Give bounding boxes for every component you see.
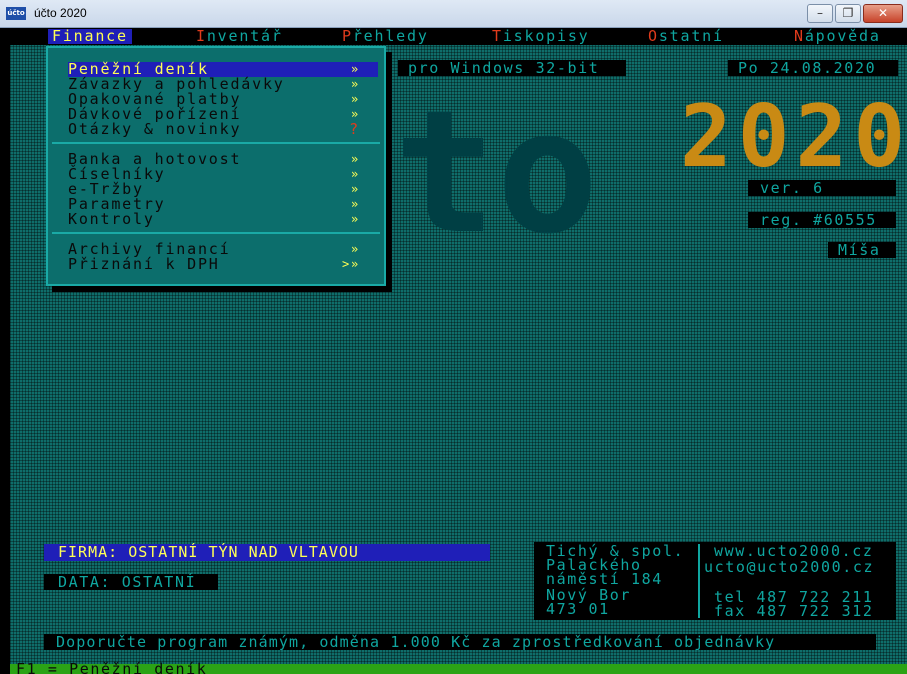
contact-divider bbox=[698, 544, 700, 618]
maximize-button[interactable]: ❐ bbox=[835, 4, 861, 23]
menu-separator bbox=[52, 142, 380, 144]
menu-ostatni[interactable]: Ostatní bbox=[648, 29, 724, 44]
window-title: účto 2020 bbox=[34, 6, 87, 20]
menu-bar: Finance Inventář Přehledy Tiskopisy Osta… bbox=[10, 28, 907, 45]
menu-napoveda[interactable]: Nápověda bbox=[794, 29, 881, 44]
menu-inventar[interactable]: Inventář bbox=[196, 29, 283, 44]
logo-year: 2020 bbox=[680, 87, 907, 187]
dos-screen: to Finance Inventář Přehledy Tiskopisy O… bbox=[10, 28, 907, 674]
registration-label: reg. #60555 bbox=[760, 211, 877, 229]
menu-tiskopisy[interactable]: Tiskopisy bbox=[492, 29, 590, 44]
platform-label: pro Windows 32-bit bbox=[408, 59, 600, 77]
menu-inventar-rest: nventář bbox=[206, 28, 283, 45]
status-text: F1 = Peněžní deník bbox=[16, 660, 208, 674]
user-label: Míša bbox=[838, 241, 881, 259]
date-label: Po 24.08.2020 bbox=[738, 59, 877, 77]
version-label: ver. 6 bbox=[760, 179, 824, 197]
logo-letters: to bbox=[394, 74, 599, 272]
app-icon: účto bbox=[6, 7, 26, 20]
menu-separator bbox=[52, 232, 380, 234]
contact-web: www.ucto2000.cz bbox=[714, 542, 874, 560]
data-label: DATA: OSTATNÍ bbox=[58, 573, 197, 591]
contact-email: ucto@ucto2000.cz bbox=[704, 558, 875, 576]
contact-fax: fax 487 722 312 bbox=[714, 602, 874, 620]
menu-finance[interactable]: Finance bbox=[48, 29, 132, 44]
menu-item-kontroly[interactable]: Kontroly» bbox=[68, 212, 378, 227]
status-bar: F1 = Peněžní deník bbox=[10, 660, 907, 674]
menu-prehledy[interactable]: Přehledy bbox=[342, 29, 429, 44]
promo-text: Doporučte program známým, odměna 1.000 K… bbox=[56, 633, 776, 651]
finance-dropdown: Peněžní deník» Závazky a pohledávky» Opa… bbox=[46, 46, 386, 286]
firma-label: FIRMA: OSTATNÍ TÝN NAD VLTAVOU bbox=[44, 544, 490, 561]
menu-item-otazky[interactable]: Otázky & novinky? bbox=[68, 122, 378, 137]
close-button[interactable]: ✕ bbox=[863, 4, 903, 23]
menu-item-dph[interactable]: Přiznání k DPH >» bbox=[68, 257, 378, 272]
window-titlebar: účto účto 2020 – ❐ ✕ bbox=[0, 0, 907, 28]
company-line-5: 473 01 bbox=[546, 600, 610, 618]
minimize-button[interactable]: – bbox=[807, 4, 833, 23]
company-line-3: náměstí 184 bbox=[546, 570, 663, 588]
